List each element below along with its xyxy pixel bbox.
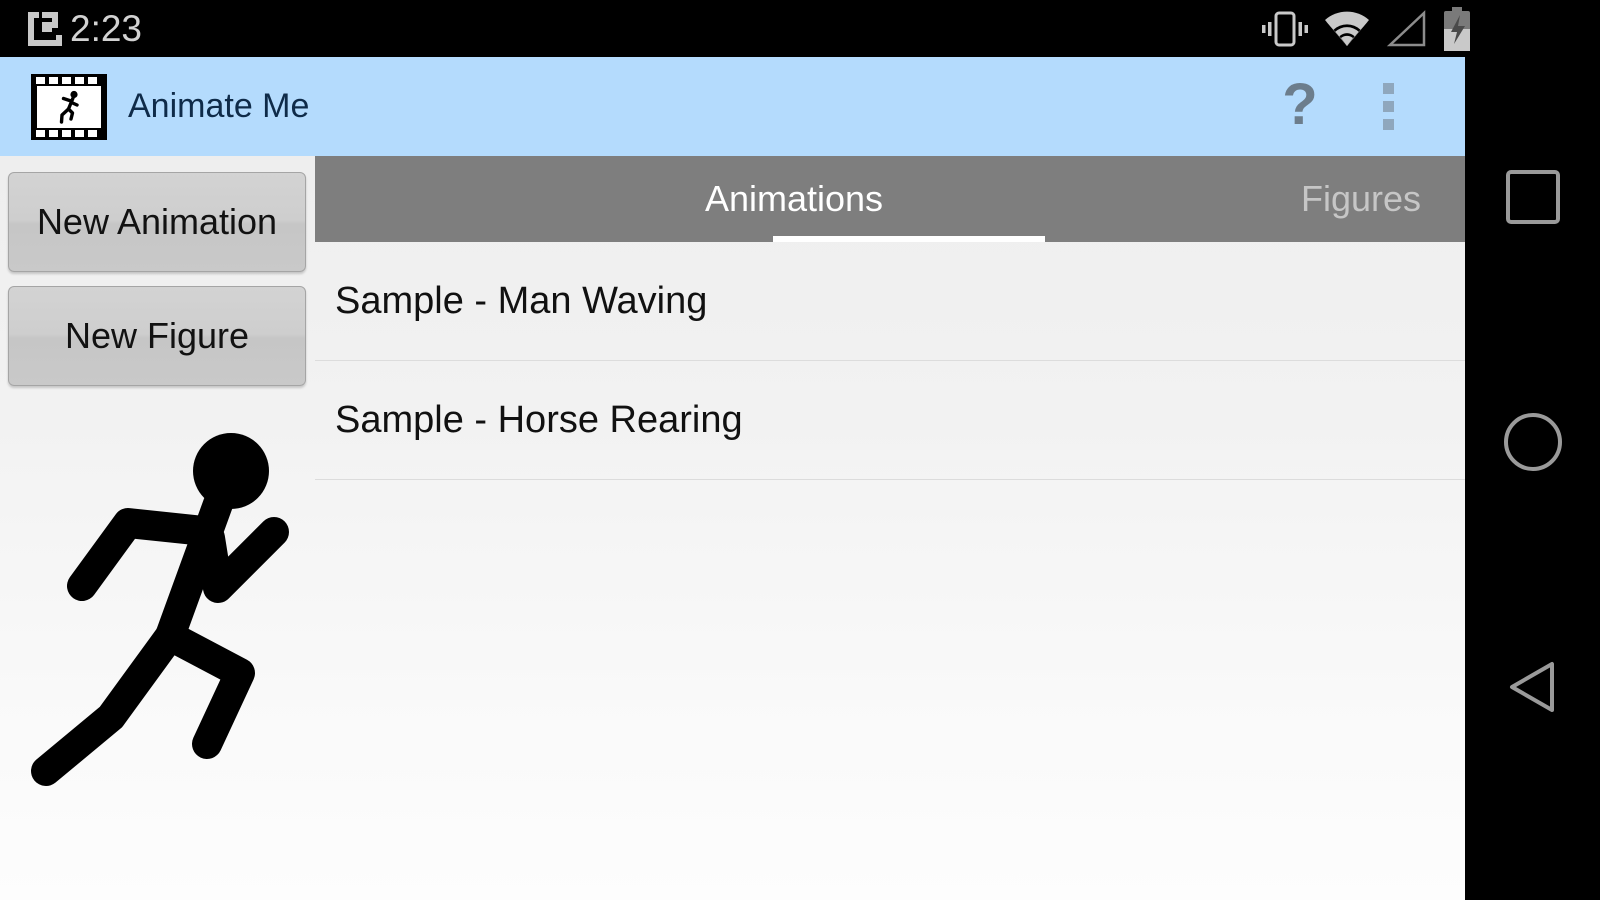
- tab-animations-label: Animations: [704, 178, 884, 219]
- status-bar-system-icons: [1262, 0, 1472, 57]
- overflow-dot-2: [1382, 101, 1394, 112]
- running-stick-figure-preview: [31, 433, 289, 786]
- help-question-mark-icon[interactable]: ?: [1257, 57, 1343, 156]
- list-item[interactable]: Sample - Horse Rearing: [315, 361, 1465, 480]
- new-animation-button[interactable]: New Animation: [8, 172, 306, 272]
- tab-figures[interactable]: Figures: [1225, 156, 1465, 242]
- tab-bar: Animations Figures: [315, 156, 1465, 242]
- sidebar: New Animation New Figure: [0, 156, 315, 900]
- help-button-label: ?: [1282, 71, 1318, 137]
- cell-signal-icon: [1386, 9, 1426, 46]
- list-item-label: Sample - Man Waving: [335, 279, 708, 322]
- back-button[interactable]: [1465, 627, 1600, 747]
- app-title: Animate Me: [128, 87, 310, 125]
- tab-figures-label: Figures: [1300, 178, 1422, 219]
- wifi-icon: [1325, 11, 1369, 46]
- new-figure-button[interactable]: New Figure: [8, 286, 306, 386]
- app-notification-icon: [28, 11, 62, 46]
- recents-button[interactable]: [1465, 137, 1600, 257]
- android-screen: 2:23 Animate Me ? New Animation New Figu…: [0, 0, 1600, 900]
- action-bar: Animate Me ?: [0, 57, 1465, 156]
- new-animation-button-label: New Animation: [36, 201, 278, 242]
- vibrate-icon: [1262, 11, 1308, 46]
- animation-list: Sample - Man Waving Sample - Horse Reari…: [315, 242, 1465, 900]
- tab-animations[interactable]: Animations: [658, 156, 930, 242]
- list-item-label: Sample - Horse Rearing: [335, 398, 743, 441]
- new-figure-button-label: New Figure: [64, 315, 250, 356]
- app-content: New Animation New Figure Animations Figu…: [0, 156, 1465, 900]
- overflow-dot-3: [1382, 119, 1394, 130]
- home-button[interactable]: [1465, 382, 1600, 502]
- overflow-dot-1: [1382, 83, 1394, 94]
- status-bar-notifications: [0, 8, 64, 50]
- status-bar-clock: 2:23: [70, 8, 143, 49]
- list-item[interactable]: Sample - Man Waving: [315, 242, 1465, 361]
- battery-charging-icon: [1444, 6, 1470, 51]
- square-icon: [1505, 170, 1560, 224]
- navigation-bar: [1465, 57, 1600, 900]
- film-strip-running-man-icon: [31, 73, 107, 140]
- triangle-left-icon: [1509, 662, 1554, 712]
- circle-icon: [1503, 413, 1562, 471]
- status-bar: 2:23: [0, 0, 1600, 57]
- overflow-menu-icon[interactable]: [1343, 57, 1433, 156]
